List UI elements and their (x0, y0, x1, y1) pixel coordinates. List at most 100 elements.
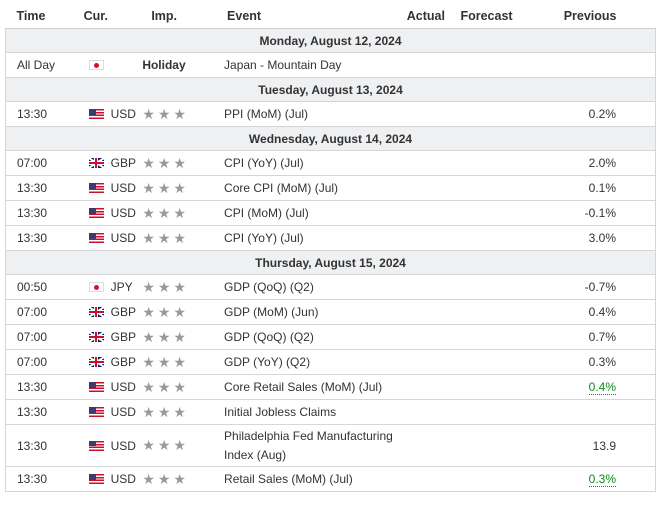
event-currency: GBP (110, 156, 136, 170)
event-previous: 13.9 (524, 424, 657, 467)
event-row[interactable]: 13:30 USD ★★★ Initial Jobless Claims (4, 399, 657, 425)
event-previous: -0.1% (524, 200, 657, 226)
event-actual (396, 399, 449, 425)
event-actual (396, 424, 449, 467)
event-time: 13:30 (4, 374, 78, 400)
economic-calendar-table: Time Cur. Imp. Event Actual Forecast Pre… (4, 3, 657, 492)
event-actual (396, 299, 449, 325)
event-actual (396, 274, 449, 300)
event-time: All Day (4, 52, 78, 78)
event-previous (524, 52, 657, 78)
event-forecast (448, 175, 525, 201)
event-actual (396, 52, 449, 78)
event-previous-revised[interactable]: 0.3% (588, 472, 616, 487)
us-flag-icon (88, 208, 104, 218)
event-row[interactable]: 07:00 GBP ★★★ GDP (YoY) (Q2) 0.3% (4, 349, 657, 375)
event-previous: 0.4% (524, 299, 657, 325)
event-name[interactable]: Core Retail Sales (MoM) (Jul) (224, 374, 397, 400)
event-name[interactable]: CPI (MoM) (Jul) (224, 200, 397, 226)
event-time: 13:30 (4, 101, 78, 127)
importance-stars-icon: ★★★ (142, 225, 225, 251)
us-flag-icon (88, 407, 104, 417)
event-time: 13:30 (4, 175, 78, 201)
event-actual (396, 466, 449, 492)
event-name[interactable]: GDP (YoY) (Q2) (224, 349, 397, 375)
importance-stars-icon: ★★★ (142, 175, 225, 201)
event-currency: JPY (110, 280, 133, 294)
event-name[interactable]: Retail Sales (MoM) (Jul) (224, 466, 397, 492)
event-time: 07:00 (4, 299, 78, 325)
event-row[interactable]: 07:00 GBP ★★★ GDP (QoQ) (Q2) 0.7% (4, 324, 657, 350)
event-row[interactable]: 13:30 USD ★★★ Core CPI (MoM) (Jul) 0.1% (4, 175, 657, 201)
event-actual (396, 200, 449, 226)
event-forecast (448, 374, 525, 400)
event-previous: 0.2% (524, 101, 657, 127)
event-forecast (448, 225, 525, 251)
us-flag-icon (88, 109, 104, 119)
event-name[interactable]: GDP (QoQ) (Q2) (224, 324, 397, 350)
us-flag-icon (88, 183, 104, 193)
event-forecast (448, 101, 525, 127)
importance-stars-icon: ★★★ (142, 101, 225, 127)
day-header-row: Wednesday, August 14, 2024 (5, 126, 656, 151)
event-name[interactable]: GDP (MoM) (Jun) (224, 299, 397, 325)
event-currency: GBP (110, 355, 136, 369)
event-previous (524, 399, 657, 425)
event-name[interactable]: PPI (MoM) (Jul) (224, 101, 397, 127)
japan-flag-icon (88, 282, 104, 292)
event-row[interactable]: 13:30 USD ★★★ PPI (MoM) (Jul) 0.2% (4, 101, 657, 127)
event-name[interactable]: Philadelphia Fed Manufacturing Index (Au… (224, 424, 397, 467)
event-previous: -0.7% (524, 274, 657, 300)
event-currency: USD (110, 405, 136, 419)
event-previous-revised[interactable]: 0.4% (588, 380, 616, 395)
event-previous: 0.3% (524, 349, 657, 375)
event-row[interactable]: 13:30 USD ★★★ CPI (YoY) (Jul) 3.0% (4, 225, 657, 251)
event-row[interactable]: 00:50 JPY ★★★ GDP (QoQ) (Q2) -0.7% (4, 274, 657, 300)
day-label: Thursday, August 15, 2024 (5, 250, 656, 275)
day-header-row: Monday, August 12, 2024 (5, 28, 656, 53)
event-actual (396, 225, 449, 251)
event-currency: GBP (110, 305, 136, 319)
event-forecast (448, 399, 525, 425)
event-row[interactable]: 13:30 USD ★★★ CPI (MoM) (Jul) -0.1% (4, 200, 657, 226)
header-importance[interactable]: Imp. (142, 3, 225, 29)
event-name[interactable]: GDP (QoQ) (Q2) (224, 274, 397, 300)
header-currency[interactable]: Cur. (77, 3, 143, 29)
importance-stars-icon: ★★★ (142, 466, 225, 492)
event-name[interactable]: CPI (YoY) (Jul) (224, 150, 397, 176)
event-time: 13:30 (4, 399, 78, 425)
day-header-row: Tuesday, August 13, 2024 (5, 77, 656, 102)
event-time: 13:30 (4, 466, 78, 492)
event-row[interactable]: 13:30 USD ★★★ Core Retail Sales (MoM) (J… (4, 374, 657, 400)
event-time: 07:00 (4, 150, 78, 176)
header-previous[interactable]: Previous (524, 3, 656, 29)
event-row[interactable]: 07:00 GBP ★★★ CPI (YoY) (Jul) 2.0% (4, 150, 657, 176)
event-name[interactable]: Initial Jobless Claims (224, 399, 397, 425)
us-flag-icon (88, 474, 104, 484)
event-row[interactable]: 07:00 GBP ★★★ GDP (MoM) (Jun) 0.4% (4, 299, 657, 325)
event-currency: GBP (110, 330, 136, 344)
event-name[interactable]: CPI (YoY) (Jul) (224, 225, 397, 251)
us-flag-icon (88, 440, 104, 451)
day-label: Tuesday, August 13, 2024 (5, 77, 656, 102)
event-previous: 0.7% (524, 324, 657, 350)
header-forecast[interactable]: Forecast (448, 3, 525, 29)
header-actual[interactable]: Actual (396, 3, 449, 29)
event-currency: USD (110, 472, 136, 486)
day-label: Wednesday, August 14, 2024 (5, 126, 656, 151)
event-actual (396, 324, 449, 350)
event-name[interactable]: Core CPI (MoM) (Jul) (224, 175, 397, 201)
event-row[interactable]: All Day Holiday Japan - Mountain Day (4, 52, 657, 78)
event-time: 07:00 (4, 349, 78, 375)
importance-stars-icon: ★★★ (142, 399, 225, 425)
event-forecast (448, 150, 525, 176)
header-event[interactable]: Event (224, 3, 397, 29)
event-row[interactable]: 13:30 USD ★★★ Retail Sales (MoM) (Jul) 0… (4, 466, 657, 492)
importance-stars-icon: ★★★ (142, 349, 225, 375)
event-row[interactable]: 13:30 USD ★★★ Philadelphia Fed Manufactu… (4, 424, 657, 467)
header-time[interactable]: Time (5, 3, 78, 29)
event-forecast (448, 274, 525, 300)
event-name[interactable]: Japan - Mountain Day (224, 52, 397, 78)
event-currency: USD (110, 231, 136, 245)
event-actual (396, 150, 449, 176)
